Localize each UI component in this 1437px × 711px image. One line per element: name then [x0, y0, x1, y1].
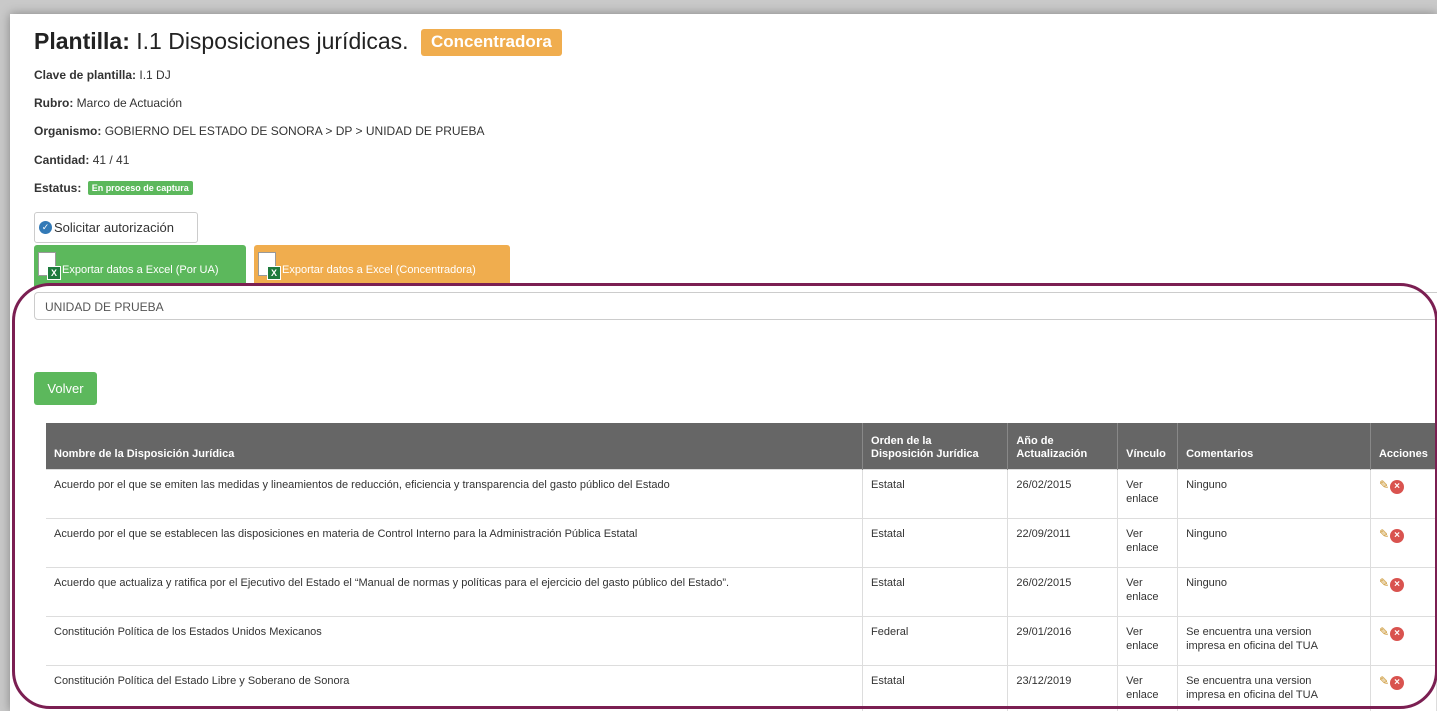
cell-orden: Estatal — [862, 517, 1009, 567]
table-row: Acuerdo que actualiza y ratifica por el … — [46, 566, 1437, 616]
col-header-nombre[interactable]: Nombre de la Disposición Jurídica — [46, 423, 864, 469]
pencil-icon[interactable]: ✎ — [1379, 527, 1389, 541]
delete-circle-icon[interactable]: × — [1390, 479, 1404, 494]
status-badge: En proceso de captura — [87, 181, 193, 195]
cantidad-line: Cantidad: 41 / 41 — [34, 153, 129, 167]
rubro-line: Rubro: Marco de Actuación — [34, 96, 182, 110]
check-circle-icon: ✓ — [39, 221, 52, 234]
ver-enlace-link[interactable]: Ver enlace — [1117, 566, 1179, 616]
table-row: Acuerdo por el que se emiten las medidas… — [46, 468, 1437, 518]
rubro-label: Rubro: — [34, 96, 74, 110]
cell-acciones: ✎ × — [1370, 566, 1437, 616]
pencil-icon[interactable]: ✎ — [1379, 576, 1389, 590]
cell-nombre: Constitución Política de los Estados Uni… — [46, 615, 864, 665]
cell-comentarios: Ninguno — [1177, 468, 1371, 518]
cell-acciones: ✎ × — [1370, 615, 1437, 665]
estatus-line: Estatus: En proceso de captura — [34, 181, 193, 195]
rubro-value: Marco de Actuación — [76, 96, 183, 110]
delete-circle-icon[interactable]: × — [1390, 626, 1404, 641]
ver-enlace-link[interactable]: Ver enlace — [1117, 468, 1179, 518]
col-header-vinculo[interactable]: Vínculo — [1117, 423, 1179, 469]
cell-anio: 22/09/2011 — [1007, 517, 1119, 567]
col-header-acciones: Acciones — [1370, 423, 1437, 469]
delete-circle-icon[interactable]: × — [1390, 577, 1404, 592]
disposiciones-table: Nombre de la Disposición Jurídica Orden … — [46, 423, 1437, 711]
table-row: Constitución Política de los Estados Uni… — [46, 615, 1437, 665]
table-header-row: Nombre de la Disposición Jurídica Orden … — [46, 423, 1437, 469]
ver-enlace-link[interactable]: Ver enlace — [1117, 615, 1179, 665]
cell-orden: Federal — [862, 615, 1009, 665]
pencil-icon[interactable]: ✎ — [1379, 674, 1389, 688]
organismo-line: Organismo: GOBIERNO DEL ESTADO DE SONORA… — [34, 124, 485, 138]
col-header-orden[interactable]: Orden de la Disposición Jurídica — [862, 423, 1009, 469]
organismo-value: GOBIERNO DEL ESTADO DE SONORA > DP > UNI… — [104, 124, 485, 138]
cell-anio: 29/01/2016 — [1007, 615, 1119, 665]
col-header-anio[interactable]: Año de Actualización — [1007, 423, 1119, 469]
clave-label: Clave de plantilla: — [34, 68, 137, 82]
cantidad-value: 41 / 41 — [92, 153, 130, 167]
page-title: Plantilla: I.1 Disposiciones jurídicas. … — [34, 28, 562, 56]
volver-button[interactable]: Volver — [34, 372, 97, 405]
export-ua-label: Exportar datos a Excel (Por UA) — [62, 264, 219, 276]
table-row: Constitución Política del Estado Libre y… — [46, 664, 1437, 711]
cell-nombre: Acuerdo por el que se establecen las dis… — [46, 517, 864, 567]
cell-orden: Estatal — [862, 468, 1009, 518]
solicitar-autorizacion-button[interactable]: ✓ Solicitar autorización — [34, 212, 198, 243]
cell-comentarios: Se encuentra una version impresa en ofici… — [1177, 664, 1371, 711]
cell-comentarios: Ninguno — [1177, 566, 1371, 616]
estatus-label: Estatus: — [34, 181, 82, 195]
cell-comentarios: Ninguno — [1177, 517, 1371, 567]
cell-acciones: ✎ × — [1370, 664, 1437, 711]
pencil-icon[interactable]: ✎ — [1379, 625, 1389, 639]
solicitar-label: Solicitar autorización — [54, 220, 174, 235]
concentradora-badge: Concentradora — [420, 29, 562, 56]
cell-anio: 26/02/2015 — [1007, 468, 1119, 518]
cell-comentarios: Se encuentra una version impresa en ofici… — [1177, 615, 1371, 665]
export-excel-ua-button[interactable]: X Exportar datos a Excel (Por UA) — [34, 245, 246, 286]
cell-anio: 26/02/2015 — [1007, 566, 1119, 616]
title-text: I.1 Disposiciones jurídicas. — [136, 28, 409, 54]
title-prefix: Plantilla: — [34, 28, 130, 54]
table-row: Acuerdo por el que se establecen las dis… — [46, 517, 1437, 567]
page-frame: Plantilla: I.1 Disposiciones jurídicas. … — [10, 14, 1437, 711]
col-header-comentarios[interactable]: Comentarios — [1177, 423, 1371, 469]
cell-acciones: ✎ × — [1370, 517, 1437, 567]
unidad-title: UNIDAD DE PRUEBA — [45, 300, 164, 314]
excel-file-icon: X — [258, 252, 281, 282]
clave-line: Clave de plantilla: I.1 DJ — [34, 68, 171, 82]
cell-nombre: Acuerdo por el que se emiten las medidas… — [46, 468, 864, 518]
cell-anio: 23/12/2019 — [1007, 664, 1119, 711]
cell-nombre: Acuerdo que actualiza y ratifica por el … — [46, 566, 864, 616]
unidad-panel: UNIDAD DE PRUEBA — [34, 292, 1437, 320]
cell-nombre: Constitución Política del Estado Libre y… — [46, 664, 864, 711]
clave-value: I.1 DJ — [139, 68, 171, 82]
cantidad-label: Cantidad: — [34, 153, 90, 167]
ver-enlace-link[interactable]: Ver enlace — [1117, 664, 1179, 711]
delete-circle-icon[interactable]: × — [1390, 675, 1404, 690]
organismo-label: Organismo: — [34, 124, 102, 138]
export-excel-concentradora-button[interactable]: X Exportar datos a Excel (Concentradora) — [254, 245, 510, 286]
delete-circle-icon[interactable]: × — [1390, 528, 1404, 543]
export-conc-label: Exportar datos a Excel (Concentradora) — [282, 264, 476, 276]
cell-orden: Estatal — [862, 664, 1009, 711]
pencil-icon[interactable]: ✎ — [1379, 478, 1389, 492]
cell-orden: Estatal — [862, 566, 1009, 616]
excel-file-icon: X — [38, 252, 61, 282]
ver-enlace-link[interactable]: Ver enlace — [1117, 517, 1179, 567]
cell-acciones: ✎ × — [1370, 468, 1437, 518]
